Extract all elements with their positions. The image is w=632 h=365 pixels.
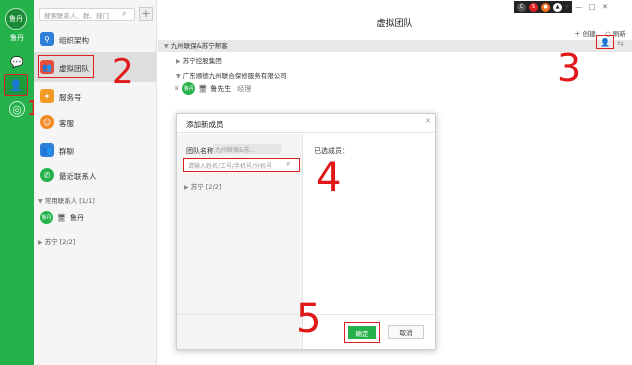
list-item-service[interactable]: ✦ 服务号 (34, 84, 156, 110)
tray-icon: ▲ (553, 2, 562, 12)
create-button[interactable]: ＋ 创建 (574, 28, 596, 38)
tray-icon: S (529, 2, 538, 12)
annotation-5: 5 (296, 296, 322, 342)
suning-group-header[interactable]: ▶ 苏宁 [2/2] (38, 236, 75, 246)
window-controls[interactable]: ▿ — □ ✕ (565, 3, 608, 11)
team-name-label: 团队名称 (186, 147, 214, 155)
member-row[interactable]: ♛ 鲁丹 🖥 鲁先生 经理 (174, 82, 251, 95)
contacts-tab-button[interactable]: 👤 (4, 74, 28, 96)
list-item-org[interactable]: ⚲ 组织架构 (34, 27, 156, 53)
chevron-down-icon: ▼ (164, 43, 169, 50)
chevron-right-icon: ▶ (184, 184, 189, 191)
chevron-right-icon: ▶ (38, 239, 43, 246)
phone-icon: ✆ (40, 168, 54, 182)
search-icon[interactable]: ⌕ (286, 159, 290, 169)
member-search-placeholder: 请输入姓名/工号/手机号/分机号 (188, 163, 273, 170)
avatar[interactable]: 鲁丹 (5, 8, 27, 30)
cancel-button[interactable]: 取消 (388, 325, 424, 339)
system-tray: C S ● ▲ (514, 1, 572, 13)
avatar: 鲁丹 (182, 82, 196, 95)
tray-icon: C (517, 2, 526, 12)
chevron-down-icon: ▼ (176, 73, 181, 80)
common-contacts-header[interactable]: ▼ 常用联系人 [1/1] (38, 195, 95, 205)
chevron-down-icon: ▼ (38, 198, 43, 205)
team-icon: 👥 (40, 60, 54, 74)
search-icon[interactable]: ⌕ (122, 9, 126, 19)
group-icon: 👥 (40, 143, 54, 157)
list-item-recent[interactable]: ✆ 最近联系人 (34, 163, 156, 189)
list-item-virtual-team[interactable]: 👥 虚拟团队 (34, 52, 156, 82)
service-icon: ✦ (40, 89, 54, 103)
user-name: 鲁丹 (10, 34, 24, 42)
annotation-4: 4 (316, 155, 342, 201)
dialog-title: 添加新成员 (186, 120, 224, 129)
chevron-right-icon: ▶ (176, 58, 181, 65)
contact-row[interactable]: 鲁丹 🖥 鲁丹 (40, 211, 84, 224)
chat-icon[interactable]: 💬 (9, 54, 25, 70)
headset-icon: ☺ (40, 115, 54, 129)
computer-icon: 🖥 (198, 84, 208, 93)
crown-icon: ♛ (174, 85, 180, 92)
discover-icon[interactable]: ◎ (9, 101, 25, 117)
list-item-support[interactable]: ☺ 客服 (34, 110, 156, 136)
divider (177, 132, 435, 133)
dialog-tree-node[interactable]: ▶ 苏宁 [2/2] (184, 181, 221, 191)
add-button[interactable]: + (139, 7, 153, 21)
swap-icon[interactable]: ⇆ (617, 39, 624, 48)
person-icon: 👤 (9, 78, 23, 92)
computer-icon: 🖥 (57, 213, 66, 222)
search-placeholder: 搜索联系人、群、部门 (44, 12, 109, 20)
confirm-button[interactable]: 确定 (348, 326, 376, 339)
team-name-field: 九州联保&苏... (213, 144, 281, 154)
org-chart-icon: ⚲ (40, 32, 54, 46)
close-icon[interactable]: ✕ (425, 117, 431, 125)
tray-icon: ● (541, 2, 550, 12)
add-member-icon[interactable]: 👤 (596, 35, 614, 49)
annotation-3: 3 (557, 46, 582, 90)
confirm-button-highlight: 确定 (344, 322, 380, 343)
list-item-group-chat[interactable]: 👥 群聊 (34, 138, 156, 164)
avatar: 鲁丹 (40, 211, 53, 224)
annotation-2: 2 (112, 52, 134, 92)
page-title: 虚拟团队 (376, 19, 413, 29)
